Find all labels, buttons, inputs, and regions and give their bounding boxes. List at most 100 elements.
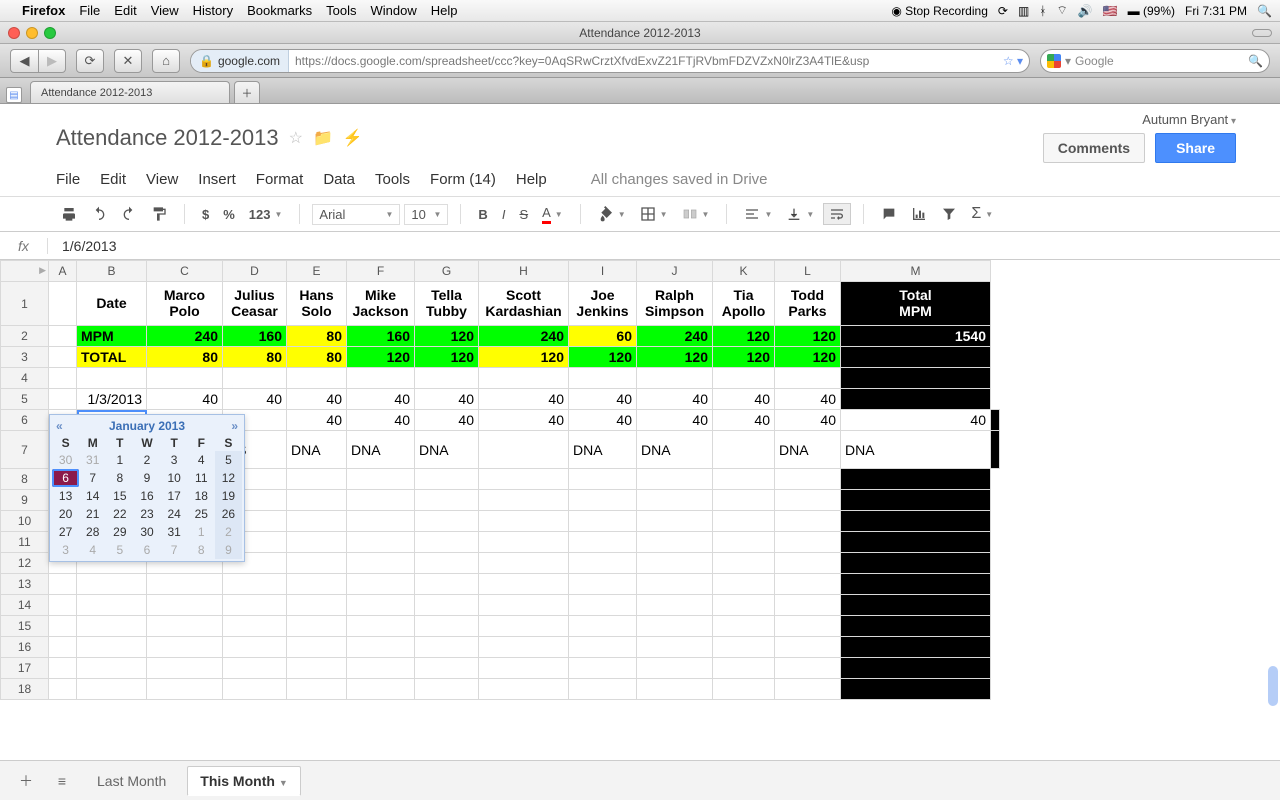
dp-day[interactable]: 4	[188, 451, 215, 469]
cell[interactable]	[479, 368, 569, 389]
row-header[interactable]: 6	[1, 410, 49, 431]
dp-day[interactable]: 28	[79, 523, 106, 541]
cell[interactable]	[637, 368, 713, 389]
docmenu-help[interactable]: Help	[516, 171, 547, 188]
docmenu-form[interactable]: Form (14)	[430, 171, 496, 188]
cell[interactable]	[415, 574, 479, 595]
column-header[interactable]: JuliusCeasar	[223, 282, 287, 326]
dp-day[interactable]: 25	[188, 505, 215, 523]
cell[interactable]	[77, 679, 147, 700]
cell[interactable]	[49, 326, 77, 347]
cell[interactable]	[479, 637, 569, 658]
undo-icon[interactable]	[86, 204, 112, 224]
cell[interactable]: 40	[479, 410, 569, 431]
bold-button[interactable]: B	[473, 205, 492, 224]
col-header[interactable]: E	[287, 261, 347, 282]
italic-button[interactable]: I	[497, 205, 511, 224]
cell[interactable]	[147, 616, 223, 637]
cell[interactable]: 40	[713, 389, 775, 410]
col-header[interactable]: D	[223, 261, 287, 282]
dp-day[interactable]: 5	[215, 451, 242, 469]
cell[interactable]	[479, 532, 569, 553]
volume-icon[interactable]: 🔊	[1078, 4, 1093, 18]
cell[interactable]: 120	[775, 347, 841, 368]
cell[interactable]	[347, 658, 415, 679]
cell[interactable]	[569, 553, 637, 574]
cell[interactable]	[49, 574, 77, 595]
cell[interactable]	[77, 595, 147, 616]
cell[interactable]	[637, 679, 713, 700]
forward-button[interactable]: ▶	[38, 49, 66, 73]
cell[interactable]	[415, 679, 479, 700]
cell[interactable]	[841, 616, 991, 637]
cell[interactable]: 40	[415, 410, 479, 431]
new-tab-button[interactable]: ＋	[234, 81, 260, 103]
cell[interactable]: 120	[347, 347, 415, 368]
column-header[interactable]: TiaApollo	[713, 282, 775, 326]
col-header[interactable]: M	[841, 261, 991, 282]
column-header[interactable]: MarcoPolo	[147, 282, 223, 326]
dp-day[interactable]: 17	[161, 487, 188, 505]
dp-day[interactable]: 22	[106, 505, 133, 523]
cell[interactable]	[147, 595, 223, 616]
battery-icon[interactable]: ▬ (99%)	[1128, 4, 1175, 18]
dp-day[interactable]: 26	[215, 505, 242, 523]
cell[interactable]: 40	[347, 410, 415, 431]
dp-day[interactable]: 1	[188, 523, 215, 541]
row-header[interactable]: 12	[1, 553, 49, 574]
cell[interactable]	[49, 637, 77, 658]
home-button[interactable]: ⌂	[152, 49, 180, 73]
stop-button[interactable]: ✕	[114, 49, 142, 73]
row-header[interactable]: 2	[1, 326, 49, 347]
cell[interactable]	[223, 595, 287, 616]
cell[interactable]	[77, 658, 147, 679]
cell[interactable]	[569, 469, 637, 490]
cell[interactable]	[77, 574, 147, 595]
cell[interactable]	[347, 616, 415, 637]
cell[interactable]	[713, 553, 775, 574]
docmenu-format[interactable]: Format	[256, 171, 304, 188]
cell[interactable]: 120	[569, 347, 637, 368]
cell[interactable]	[223, 616, 287, 637]
cell[interactable]	[713, 658, 775, 679]
row-header[interactable]: 3	[1, 347, 49, 368]
cell[interactable]	[287, 595, 347, 616]
cell[interactable]	[713, 511, 775, 532]
cell[interactable]: 120	[479, 347, 569, 368]
menu-history[interactable]: History	[193, 3, 233, 18]
dp-day[interactable]: 7	[161, 541, 188, 559]
cell[interactable]: 60	[569, 326, 637, 347]
cell[interactable]	[569, 679, 637, 700]
cell[interactable]	[713, 637, 775, 658]
menu-help[interactable]: Help	[431, 3, 458, 18]
cell[interactable]	[713, 532, 775, 553]
cell[interactable]: MPM	[77, 326, 147, 347]
cell[interactable]: 40	[287, 410, 347, 431]
cell[interactable]	[775, 658, 841, 679]
cell[interactable]	[713, 431, 775, 469]
col-header[interactable]: J	[637, 261, 713, 282]
cell[interactable]	[479, 658, 569, 679]
cell[interactable]: 40	[147, 389, 223, 410]
dp-day[interactable]: 4	[79, 541, 106, 559]
cell[interactable]	[415, 553, 479, 574]
sheet-tab-this-month[interactable]: This Month▼	[187, 766, 301, 796]
cell[interactable]	[347, 490, 415, 511]
dp-day[interactable]: 1	[106, 451, 133, 469]
menu-edit[interactable]: Edit	[114, 3, 136, 18]
cell[interactable]	[569, 658, 637, 679]
bookmark-star-icon[interactable]: ☆ ▾	[997, 54, 1029, 68]
row-header[interactable]: 18	[1, 679, 49, 700]
cell[interactable]	[841, 511, 991, 532]
reload-button[interactable]: ⟳	[76, 49, 104, 73]
col-header[interactable]: C	[147, 261, 223, 282]
menu-bookmarks[interactable]: Bookmarks	[247, 3, 312, 18]
stop-recording[interactable]: ◉ Stop Recording	[891, 4, 988, 18]
cell[interactable]	[347, 511, 415, 532]
cell[interactable]: 40	[569, 410, 637, 431]
dp-day[interactable]: 9	[133, 469, 160, 487]
cell[interactable]	[991, 431, 1000, 469]
insert-comment-icon[interactable]	[876, 204, 902, 224]
cell[interactable]	[713, 616, 775, 637]
cell[interactable]	[287, 637, 347, 658]
